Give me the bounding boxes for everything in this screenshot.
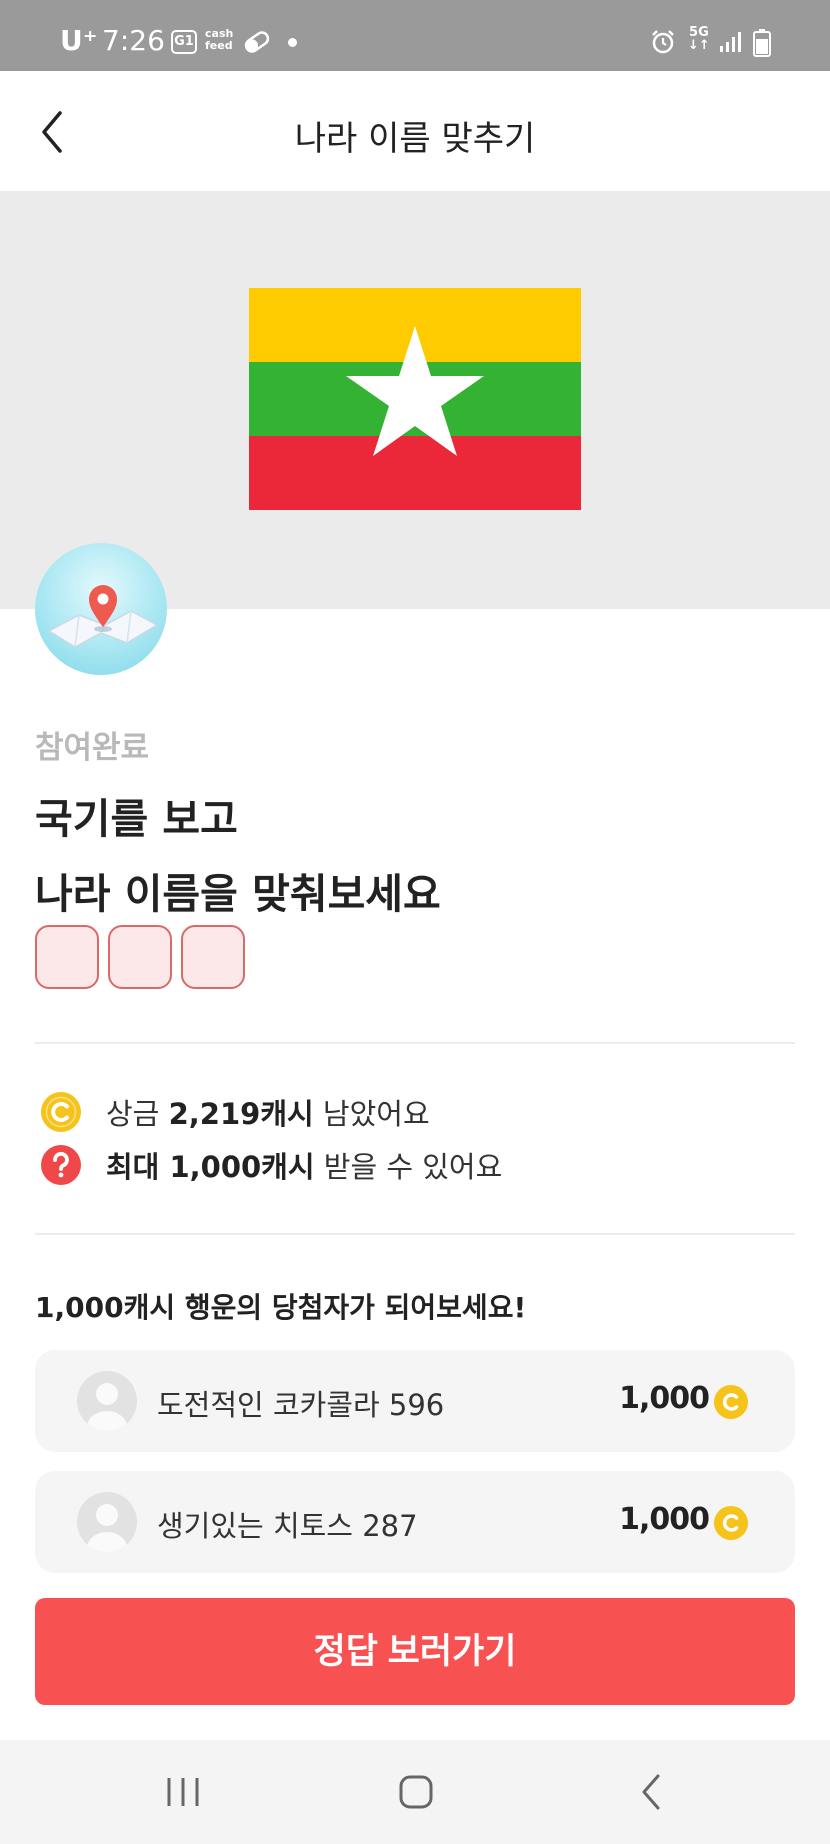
- divider: [35, 1233, 795, 1235]
- page-title: 나라 이름 맞추기: [294, 119, 536, 159]
- app-header: 나라 이름 맞추기: [0, 71, 830, 191]
- coin-icon: [41, 1092, 81, 1132]
- winner-name: 생기있는 치토스 287: [157, 1509, 418, 1543]
- max-reward-label: 최대 1,000캐시: [106, 1150, 315, 1184]
- divider: [35, 1042, 795, 1044]
- participation-status: 참여완료: [35, 730, 150, 766]
- avatar-icon: [77, 1492, 137, 1552]
- quiz-title-line1: 국기를 보고: [35, 795, 238, 843]
- winner-amount: 1,000: [619, 1502, 710, 1537]
- cashfeed-line2: feed: [205, 39, 233, 52]
- winner-card: 생기있는 치토스 287 1,000: [35, 1471, 795, 1573]
- answer-boxes: [35, 925, 245, 989]
- system-nav-bar: [0, 1740, 830, 1844]
- notification-dot-icon: [288, 38, 297, 47]
- winner-amount: 1,000: [619, 1381, 710, 1416]
- network-label: 5G: [689, 25, 709, 40]
- pill-icon: [242, 30, 272, 58]
- cashfeed-icon: cash feed: [205, 28, 233, 52]
- coin-icon: [714, 1385, 748, 1419]
- home-icon[interactable]: [398, 1774, 434, 1810]
- battery-icon: [753, 29, 771, 61]
- flag-hero: [0, 191, 830, 609]
- winner-name: 도전적인 코카콜라 596: [157, 1388, 445, 1422]
- network-5g-icon: 5G ↓↑: [688, 25, 710, 53]
- max-reward-suffix: 받을 수 있어요: [323, 1150, 503, 1184]
- myanmar-flag-image: [249, 288, 581, 510]
- winner-card: 도전적인 코카콜라 596 1,000: [35, 1350, 795, 1452]
- clock: 7:26: [102, 24, 165, 57]
- g1-app-icon: G1: [171, 30, 197, 54]
- flag-stripe-bottom: [249, 436, 581, 510]
- back-icon[interactable]: [636, 1772, 666, 1812]
- answer-box: [35, 925, 99, 989]
- answer-box: [181, 925, 245, 989]
- alarm-icon: [650, 29, 676, 59]
- prize-label: 상금: [106, 1097, 160, 1131]
- signal-icon: [718, 30, 742, 58]
- help-icon: [41, 1145, 81, 1185]
- answer-box: [108, 925, 172, 989]
- prize-info: 상금 2,219캐시 남았어요: [40, 1090, 430, 1134]
- winners-title: 1,000캐시 행운의 당첨자가 되어보세요!: [35, 1291, 527, 1324]
- prize-amount: 2,219캐시: [168, 1097, 314, 1131]
- prize-suffix: 남았어요: [322, 1097, 430, 1131]
- status-bar: U⁺ 7:26 G1 cash feed 5G ↓↑: [0, 0, 830, 71]
- coin-icon: [714, 1506, 748, 1540]
- see-answer-button[interactable]: 정답 보러가기: [35, 1598, 795, 1705]
- map-pin-icon: [35, 543, 167, 675]
- recent-apps-icon[interactable]: [165, 1774, 201, 1810]
- quiz-title-line2: 나라 이름을 맞춰보세요: [35, 870, 441, 918]
- avatar-icon: [77, 1371, 137, 1431]
- carrier-label: U⁺: [60, 24, 98, 57]
- max-reward-info: 최대 1,000캐시 받을 수 있어요: [40, 1143, 502, 1187]
